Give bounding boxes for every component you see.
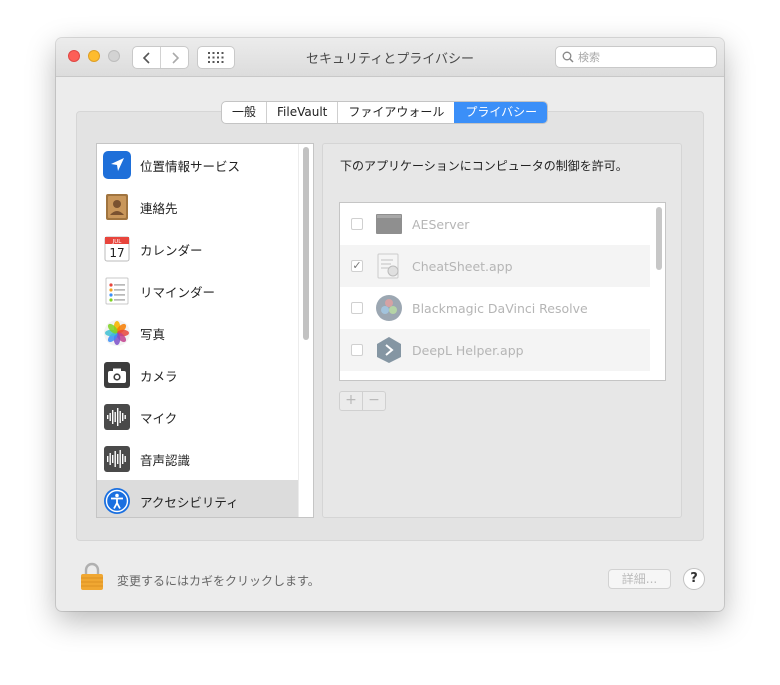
sidebar-item-label: アクセシビリティ xyxy=(140,494,239,510)
sidebar-item-label: 連絡先 xyxy=(140,200,178,216)
deepl-icon xyxy=(377,337,401,363)
sidebar-item-photos[interactable]: 写真 xyxy=(97,312,299,354)
search-placeholder: 検索 xyxy=(578,51,600,64)
navigation-buttons xyxy=(132,46,189,69)
sidebar-item-location-services[interactable]: 位置情報サービス xyxy=(97,144,299,186)
search-icon xyxy=(562,51,574,63)
sidebar-item-label: カレンダー xyxy=(140,242,203,258)
back-button[interactable] xyxy=(133,47,160,68)
minimize-button[interactable] xyxy=(88,50,100,62)
tab-privacy[interactable]: プライバシー xyxy=(454,102,548,123)
sidebar-item-label: カメラ xyxy=(140,368,178,384)
tab-general[interactable]: 一般 xyxy=(222,102,266,123)
speech-recognition-icon xyxy=(104,446,130,472)
pane-description: 下のアプリケーションにコンピュータの制御を許可。 xyxy=(340,159,628,173)
app-list-scrollbar-thumb[interactable] xyxy=(656,207,662,270)
sidebar-item-camera[interactable]: カメラ xyxy=(97,354,299,396)
chevron-right-icon xyxy=(171,51,179,64)
remove-app-button[interactable]: − xyxy=(362,392,385,410)
davinci-resolve-icon xyxy=(376,295,402,321)
photos-icon xyxy=(104,320,130,346)
app-checkbox[interactable]: ✓ xyxy=(351,260,363,272)
forward-button[interactable] xyxy=(160,47,188,68)
app-row-cheatsheet[interactable]: ✓ CheatSheet.app xyxy=(340,245,650,287)
privacy-category-list[interactable]: 位置情報サービス 連絡先 JUL 17 カレンダー リマインダー 写真 カメラ … xyxy=(96,143,314,518)
sidebar-scrollbar[interactable] xyxy=(298,144,313,517)
app-name: AEServer xyxy=(412,216,470,232)
partial-app-icon xyxy=(375,378,403,381)
accessibility-pane: 下のアプリケーションにコンピュータの制御を許可。 AEServer ✓ Chea… xyxy=(322,143,682,518)
reminders-icon xyxy=(105,277,129,305)
contacts-book-icon xyxy=(106,194,128,220)
close-button[interactable] xyxy=(68,50,80,62)
app-row-aeserver[interactable]: AEServer xyxy=(340,203,650,245)
sidebar-item-label: リマインダー xyxy=(140,284,216,300)
sidebar-item-speech-recognition[interactable]: 音声認識 xyxy=(97,438,299,480)
sidebar-item-contacts[interactable]: 連絡先 xyxy=(97,186,299,228)
sidebar-item-reminders[interactable]: リマインダー xyxy=(97,270,299,312)
title-bar: セキュリティとプライバシー 検索 xyxy=(56,38,724,77)
location-arrow-icon xyxy=(103,151,131,179)
sidebar-item-calendar[interactable]: JUL 17 カレンダー xyxy=(97,228,299,270)
svg-text:JUL: JUL xyxy=(112,239,123,245)
sidebar-scrollbar-thumb[interactable] xyxy=(303,147,309,340)
search-field[interactable]: 検索 xyxy=(555,46,717,68)
tab-firewall[interactable]: ファイアウォール xyxy=(337,102,454,123)
sidebar-item-accessibility[interactable]: アクセシビリティ xyxy=(97,480,299,517)
chevron-left-icon xyxy=(142,51,150,64)
app-row-davinci-resolve[interactable]: Blackmagic DaVinci Resolve xyxy=(340,287,650,329)
lock-icon[interactable] xyxy=(80,561,104,591)
window-title: セキュリティとプライバシー xyxy=(306,52,474,67)
app-list[interactable]: AEServer ✓ CheatSheet.app Blackmagic DaV… xyxy=(339,202,666,381)
microphone-waveform-icon xyxy=(104,404,130,430)
accessibility-icon xyxy=(104,488,130,514)
aeserver-icon xyxy=(376,214,402,234)
app-checkbox[interactable] xyxy=(351,218,363,230)
app-row-deepl-helper[interactable]: DeepL Helper.app xyxy=(340,329,650,371)
add-app-button[interactable]: + xyxy=(340,392,362,410)
cheatsheet-icon xyxy=(377,253,399,279)
add-remove-buttons: + − xyxy=(339,391,386,411)
app-checkbox[interactable] xyxy=(351,344,363,356)
tab-filevault[interactable]: FileVault xyxy=(266,102,337,123)
details-button[interactable]: 詳細... xyxy=(608,569,671,589)
app-name: CheatSheet.app xyxy=(412,258,513,274)
preferences-window: セキュリティとプライバシー 検索 一般 FileVault ファイアウォール プ… xyxy=(56,38,724,611)
calendar-icon: JUL 17 xyxy=(104,236,130,262)
camera-icon xyxy=(104,362,130,388)
sidebar-item-microphone[interactable]: マイク xyxy=(97,396,299,438)
sidebar-item-label: 位置情報サービス xyxy=(140,158,241,174)
sidebar-item-label: 音声認識 xyxy=(140,452,191,468)
app-checkbox[interactable] xyxy=(351,302,363,314)
tab-bar: 一般 FileVault ファイアウォール プライバシー xyxy=(221,101,549,124)
sidebar-item-label: 写真 xyxy=(140,326,166,342)
help-button[interactable]: ? xyxy=(683,568,705,590)
lock-message: 変更するにはカギをクリックします。 xyxy=(117,574,320,588)
app-name: Blackmagic DaVinci Resolve xyxy=(412,300,588,316)
svg-text:17: 17 xyxy=(109,246,124,260)
app-name: DeepL Helper.app xyxy=(412,342,524,358)
zoom-button[interactable] xyxy=(108,50,120,62)
app-row-partial xyxy=(340,371,650,381)
sidebar-item-label: マイク xyxy=(140,410,178,426)
